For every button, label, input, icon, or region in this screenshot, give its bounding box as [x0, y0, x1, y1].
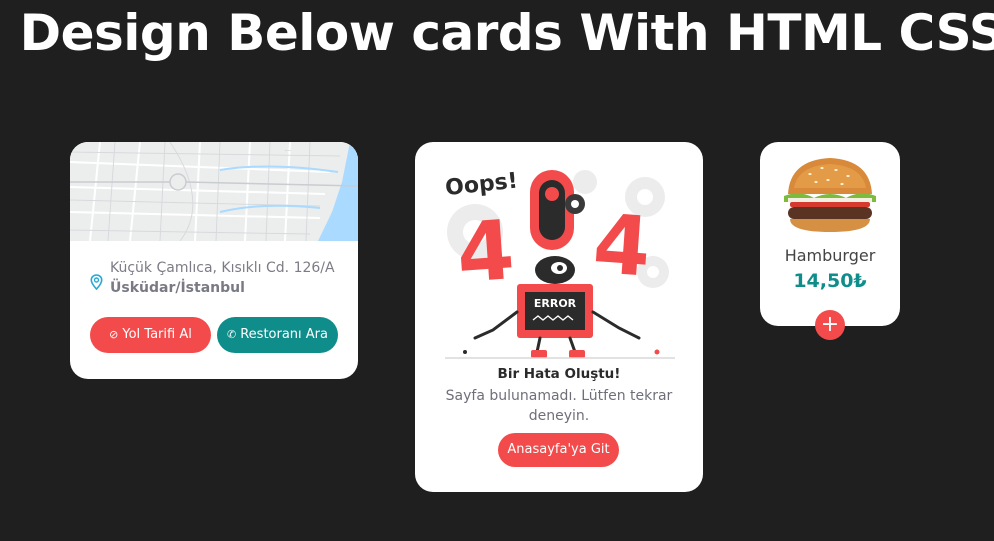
- address-line: Küçük Çamlıca, Kısıklı Cd. 126/A: [110, 260, 335, 276]
- address-district: Üsküdar/İstanbul: [110, 280, 245, 296]
- get-directions-label: Yol Tarifi Al: [122, 327, 192, 342]
- error-sign-text: ERROR: [534, 297, 577, 310]
- call-restaurant-button[interactable]: ✆ Restoranı Ara: [217, 317, 338, 353]
- phone-icon: ✆: [227, 328, 237, 341]
- compass-icon: ⊘: [109, 328, 119, 341]
- food-name: Hamburger: [784, 246, 876, 265]
- svg-text:4: 4: [590, 197, 654, 296]
- map[interactable]: ·····: [70, 142, 358, 241]
- error-title: Bir Hata Oluştu!: [497, 366, 621, 382]
- svg-text:4: 4: [454, 203, 518, 302]
- svg-text:·····: ·····: [285, 148, 291, 153]
- add-to-cart-button[interactable]: +: [815, 310, 845, 340]
- food-card: Hamburger 14,50₺: [760, 142, 900, 326]
- error-404-illustration: Oops! 4 4 ERROR: [444, 169, 675, 359]
- get-directions-button[interactable]: ⊘ Yol Tarifi Al: [90, 317, 211, 353]
- page-title: Design Below cards With HTML CSS: [19, 4, 994, 62]
- call-restaurant-label: Restoranı Ara: [240, 327, 328, 342]
- food-price: 14,50₺: [793, 270, 867, 292]
- error-description: Sayfa bulunamadı. Lütfen tekrar deneyin.: [445, 388, 673, 424]
- location-card: ····· Küçük Çamlıca, Kısıklı Cd. 126/A Ü…: [70, 142, 358, 379]
- go-home-button[interactable]: Anasayfa'ya Git: [498, 433, 619, 467]
- hamburger-image: [784, 158, 876, 232]
- error-card: Oops! 4 4 ERROR Bir Hata Oluştu! Sayfa b…: [415, 142, 703, 492]
- location-pin-icon: [90, 274, 103, 290]
- oops-text: Oops!: [444, 169, 519, 201]
